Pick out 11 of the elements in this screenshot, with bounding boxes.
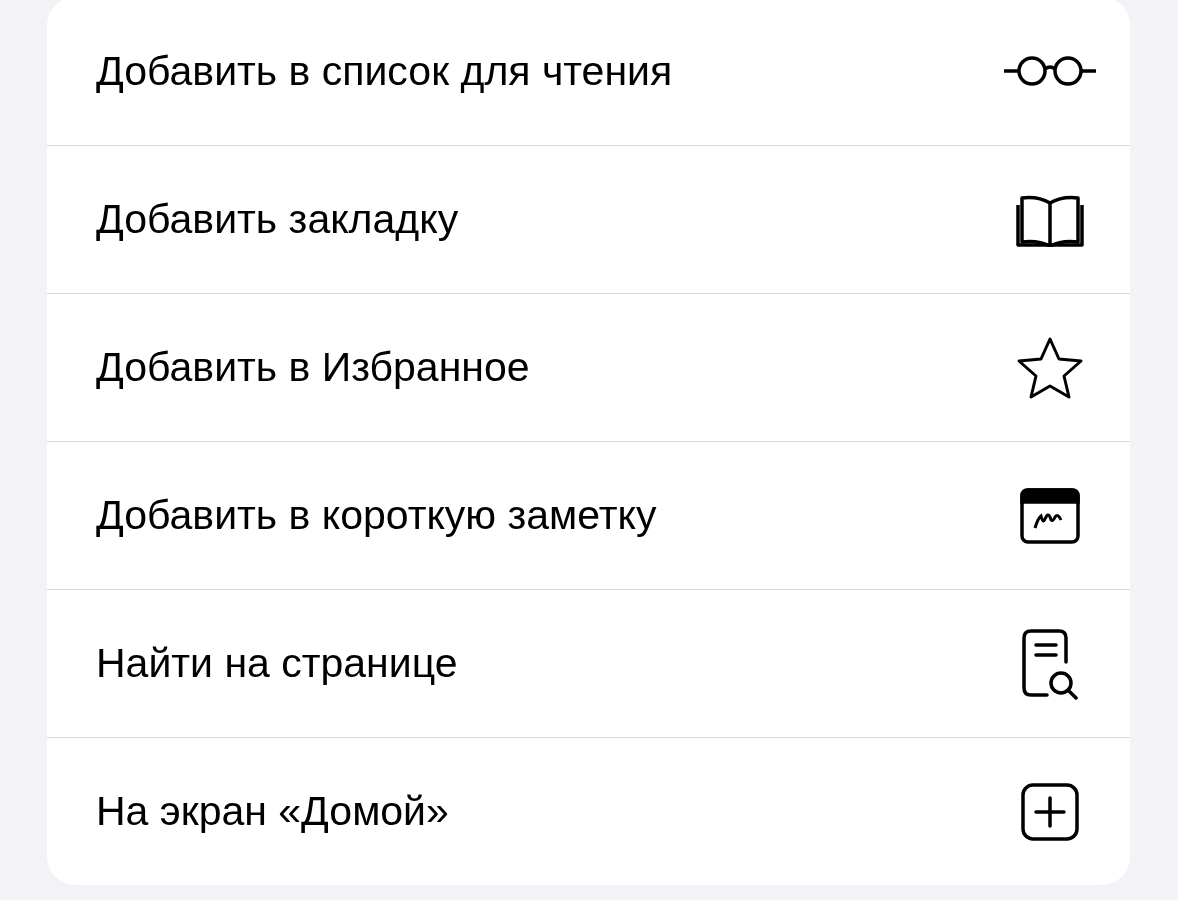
- menu-item[interactable]: Добавить в Избранное: [47, 293, 1130, 441]
- menu-item[interactable]: Добавить в список для чтения: [47, 0, 1130, 145]
- glasses-icon: [1002, 53, 1098, 89]
- menu-item[interactable]: Добавить в короткую заметку: [47, 441, 1130, 589]
- menu-item[interactable]: На экран «Домой»: [47, 737, 1130, 885]
- add-square-icon: [1020, 781, 1080, 842]
- star-icon: [1016, 335, 1084, 400]
- document-search-icon: [1021, 627, 1079, 700]
- menu-item[interactable]: Добавить закладку: [47, 145, 1130, 293]
- note-icon: [1020, 487, 1080, 544]
- menu-item[interactable]: Найти на странице: [47, 589, 1130, 737]
